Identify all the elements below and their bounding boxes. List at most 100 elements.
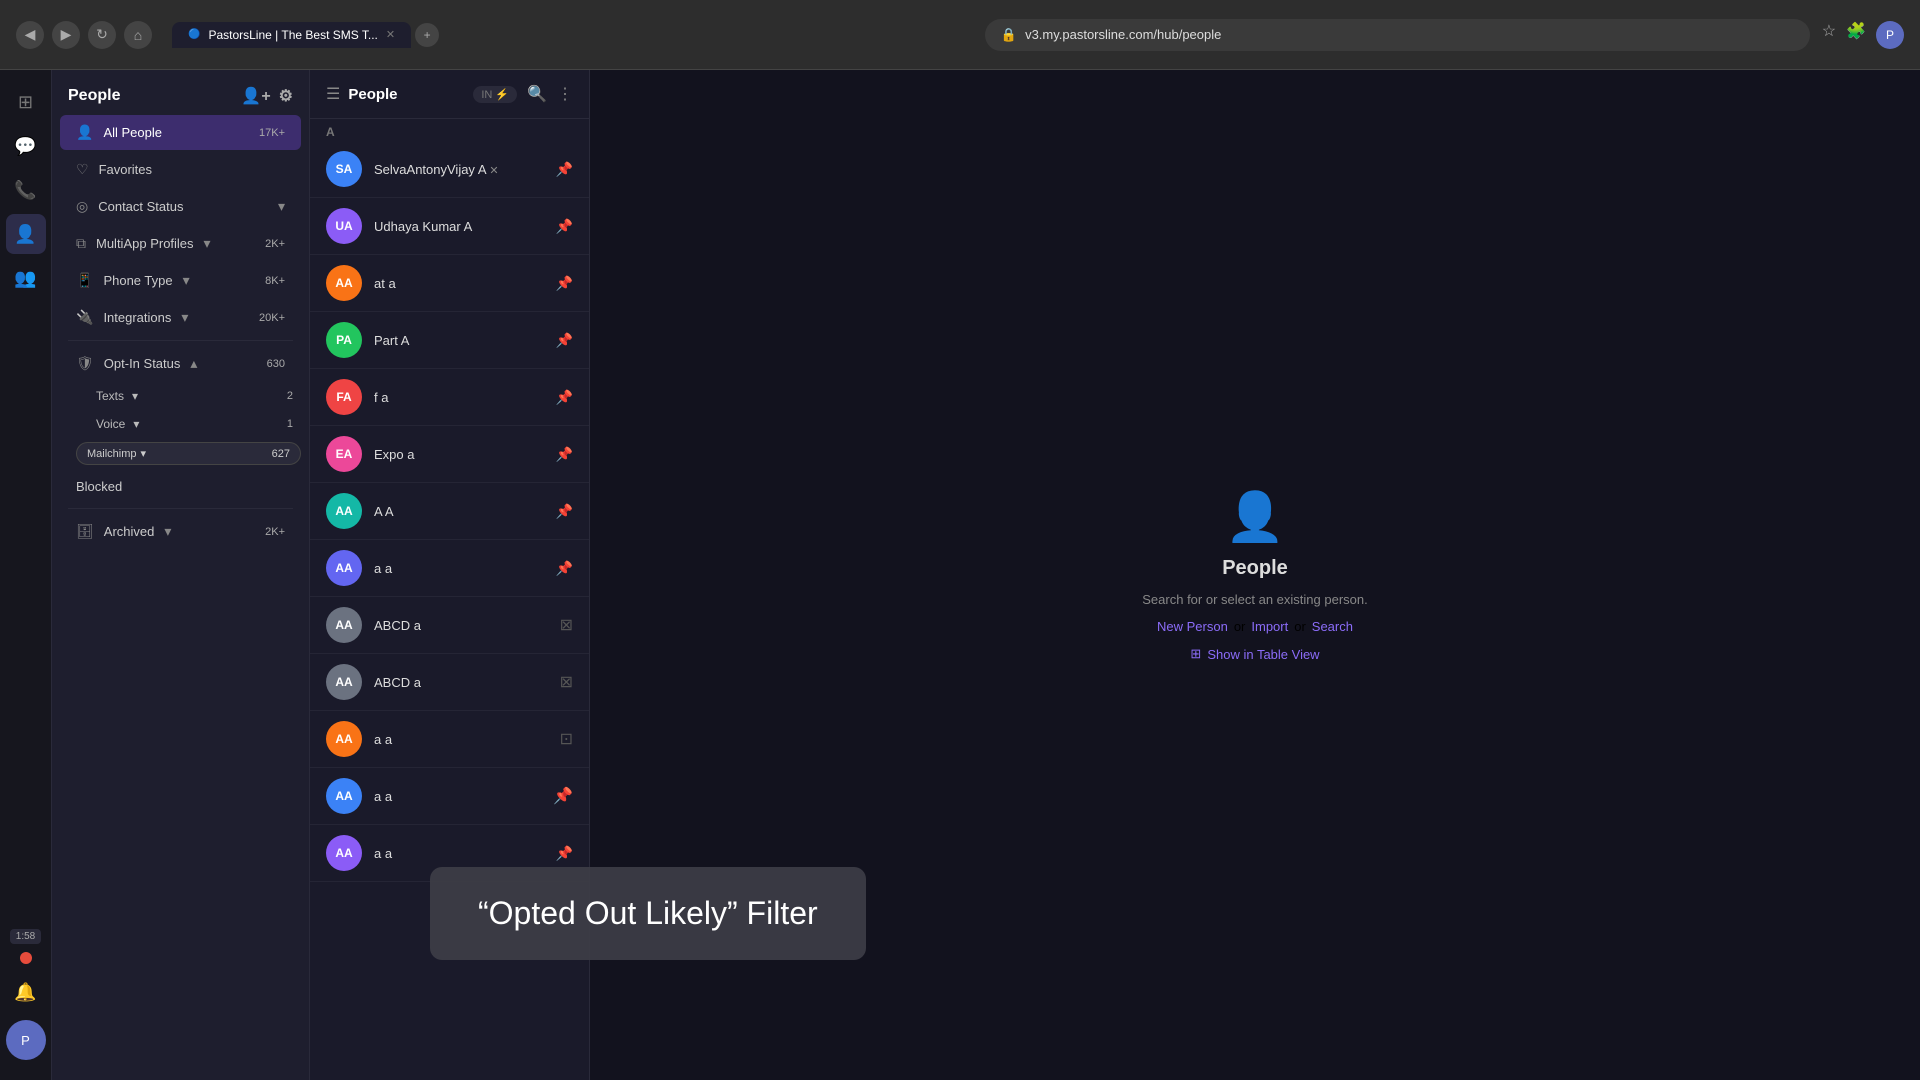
- person-item-fa[interactable]: FA f a 📌: [310, 369, 589, 426]
- sidebar-item-all-people[interactable]: 👤 All People 17K+: [60, 115, 301, 150]
- active-tab[interactable]: 🔵 PastorsLine | The Best SMS T... ✕: [172, 22, 411, 48]
- divider-2: [68, 508, 293, 509]
- chevron-down-icon-multiapp: ▾: [204, 235, 211, 252]
- tab-close[interactable]: ✕: [386, 28, 395, 41]
- person-icon-aa2: 📌: [556, 560, 573, 577]
- mailchimp-label: Mailchimp: [87, 448, 137, 460]
- person-icon-aa4: 📌: [553, 786, 573, 806]
- new-person-link[interactable]: New Person: [1157, 619, 1228, 634]
- voice-label: Voice: [96, 417, 125, 431]
- person-item-udhaya[interactable]: UA Udhaya Kumar A 📌: [310, 198, 589, 255]
- icon-avatar[interactable]: P: [6, 1020, 46, 1060]
- avatar-parta: PA: [326, 322, 362, 358]
- avatar-udhaya: UA: [326, 208, 362, 244]
- icon-people[interactable]: 👤: [6, 214, 46, 254]
- all-people-icon: 👤: [76, 124, 93, 141]
- chevron-up-icon-optin: ▴: [190, 355, 197, 372]
- new-tab-button[interactable]: +: [415, 23, 439, 47]
- avatar-selvantony: SA: [326, 151, 362, 187]
- phone-type-count: 8K+: [265, 275, 285, 287]
- archived-count: 2K+: [265, 526, 285, 538]
- sidebar-settings-icon[interactable]: ⚙: [279, 86, 293, 106]
- more-options-icon[interactable]: ⋮: [557, 84, 573, 104]
- avatar-aa5: AA: [326, 835, 362, 871]
- people-header-badge: IN ⚡: [473, 86, 517, 103]
- person-item-aa1[interactable]: AA A A 📌: [310, 483, 589, 540]
- optin-icon: 🛡: [76, 355, 94, 372]
- sidebar-header-icons: 👤+ ⚙: [241, 86, 293, 106]
- address-bar[interactable]: 🔒 v3.my.pastorsline.com/hub/people: [985, 19, 1810, 51]
- icon-bell[interactable]: 🔔: [6, 972, 46, 1012]
- import-link[interactable]: Import: [1251, 619, 1288, 634]
- search-icon[interactable]: 🔍: [527, 84, 547, 104]
- person-item-aa3[interactable]: AA a a ⊡: [310, 711, 589, 768]
- sidebar-item-favorites[interactable]: ♡ Favorites: [60, 152, 301, 187]
- chevron-down-icon-texts: ▾: [132, 389, 138, 403]
- texts-count: 2: [287, 390, 293, 402]
- browser-icons: ☆ 🧩 P: [1822, 21, 1904, 49]
- all-people-count: 17K+: [259, 127, 285, 139]
- avatar-abcd1: AA: [326, 607, 362, 643]
- status-indicator: [20, 952, 32, 964]
- lock-icon: 🔒: [1001, 27, 1017, 43]
- profile-icon[interactable]: P: [1876, 21, 1904, 49]
- person-icon-udhaya: 📌: [556, 218, 573, 235]
- sidebar-item-multiapp[interactable]: ⧉ MultiApp Profiles ▾ 2K+: [60, 226, 301, 261]
- sidebar-item-contact-status[interactable]: ◎ Contact Status ▾: [60, 189, 301, 224]
- chevron-down-icon-integrations: ▾: [181, 309, 188, 326]
- sidebar-sub-voice[interactable]: Voice ▾ 1: [52, 410, 309, 438]
- person-icon-fa: 📌: [556, 389, 573, 406]
- avatar-aa3: AA: [326, 721, 362, 757]
- or-text-2: or: [1294, 619, 1306, 634]
- chevron-down-icon-contact: ▾: [278, 198, 285, 215]
- menu-icon[interactable]: ☰: [326, 84, 340, 104]
- person-name-abcd1: ABCD a: [374, 618, 548, 633]
- mailchimp-badge[interactable]: Mailchimp ▾ 627: [76, 442, 301, 465]
- or-text: or: [1234, 619, 1246, 634]
- person-item-aa4[interactable]: AA a a 📌: [310, 768, 589, 825]
- person-name-udhaya: Udhaya Kumar A: [374, 219, 544, 234]
- icon-phone[interactable]: 📞: [6, 170, 46, 210]
- home-button[interactable]: ⌂: [124, 21, 152, 49]
- person-item-aa2[interactable]: AA a a 📌: [310, 540, 589, 597]
- icon-chat[interactable]: 💬: [6, 126, 46, 166]
- chevron-down-icon-mailchimp: ▾: [141, 447, 147, 460]
- favorites-label: Favorites: [99, 162, 152, 177]
- avatar-ata: AA: [326, 265, 362, 301]
- browser-nav: ◀ ▶ ↻ ⌂: [16, 21, 152, 49]
- bookmark-icon[interactable]: ☆: [1822, 21, 1836, 49]
- people-list-title: People: [348, 86, 397, 103]
- forward-button[interactable]: ▶: [52, 21, 80, 49]
- sidebar-item-optin[interactable]: 🛡 Opt-In Status ▴ 630: [60, 346, 301, 381]
- integrations-icon: 🔌: [76, 309, 93, 326]
- refresh-button[interactable]: ↻: [88, 21, 116, 49]
- texts-label: Texts: [96, 389, 124, 403]
- integrations-count: 20K+: [259, 312, 285, 324]
- person-icon-aa3: ⊡: [560, 729, 573, 749]
- empty-state-description: Search for or select an existing person.: [1142, 592, 1367, 607]
- sidebar: People 👤+ ⚙ 👤 All People 17K+ ♡ Favorite…: [52, 70, 310, 1080]
- search-link[interactable]: Search: [1312, 619, 1353, 634]
- empty-state-links: New Person or Import or Search: [1157, 619, 1353, 634]
- sidebar-title: People: [68, 87, 120, 105]
- person-item-parta[interactable]: PA Part A 📌: [310, 312, 589, 369]
- icon-grid[interactable]: ⊞: [6, 82, 46, 122]
- sidebar-sub-texts[interactable]: Texts ▾ 2: [52, 382, 309, 410]
- back-button[interactable]: ◀: [16, 21, 44, 49]
- mailchimp-count: 627: [272, 448, 290, 460]
- extension-icon[interactable]: 🧩: [1846, 21, 1866, 49]
- person-item-selvantony[interactable]: SA SelvaAntonyVijay A ✕ 📌: [310, 141, 589, 198]
- sidebar-item-archived[interactable]: 🗄 Archived ▾ 2K+: [60, 514, 301, 549]
- phone-type-icon: 📱: [76, 272, 93, 289]
- sidebar-item-integrations[interactable]: 🔌 Integrations ▾ 20K+: [60, 300, 301, 335]
- add-person-icon[interactable]: 👤+: [241, 86, 270, 106]
- person-item-abcd1[interactable]: AA ABCD a ⊠: [310, 597, 589, 654]
- person-item-ata[interactable]: AA at a 📌: [310, 255, 589, 312]
- icon-groups[interactable]: 👥: [6, 258, 46, 298]
- person-item-expo[interactable]: EA Expo a 📌: [310, 426, 589, 483]
- person-icon-aa1: 📌: [556, 503, 573, 520]
- sidebar-item-phone-type[interactable]: 📱 Phone Type ▾ 8K+: [60, 263, 301, 298]
- table-view-link[interactable]: ⊞ Show in Table View: [1190, 646, 1319, 662]
- sidebar-item-blocked[interactable]: Blocked: [60, 470, 301, 503]
- person-item-abcd2[interactable]: AA ABCD a ⊠: [310, 654, 589, 711]
